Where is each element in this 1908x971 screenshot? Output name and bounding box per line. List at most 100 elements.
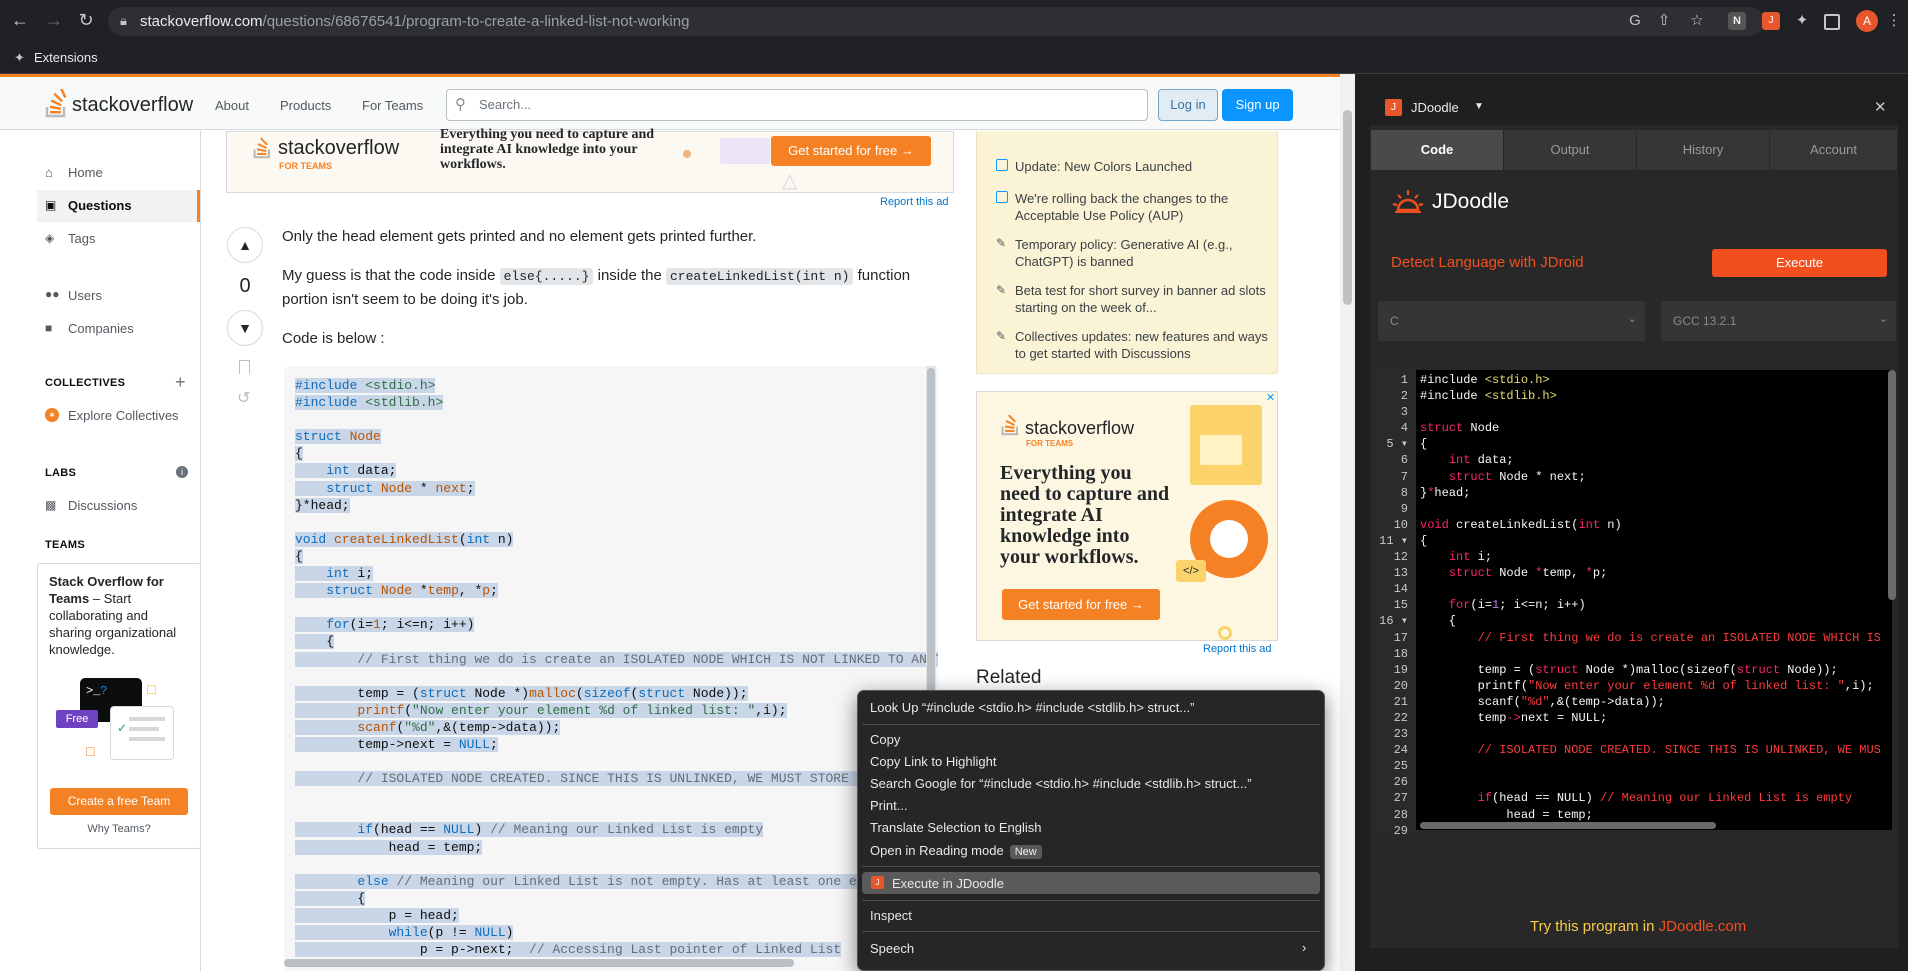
extensions-puzzle-icon[interactable]: ✦ [1793, 12, 1811, 30]
search-input[interactable] [477, 96, 1121, 113]
chevron-down-icon: ⌄ [1878, 313, 1888, 325]
blog-post-icon [996, 191, 1008, 203]
blog-item-1[interactable]: We're rolling back the changes to the Ac… [1015, 190, 1270, 224]
why-teams-link[interactable]: Why Teams? [50, 823, 188, 835]
address-bar[interactable]: 🔒︎ stackoverflow.com/questions/68676541/… [108, 7, 1764, 36]
create-free-team-button[interactable]: Create a free Team [50, 788, 188, 815]
jdoodle-com-link[interactable]: JDoodle.com [1659, 918, 1747, 935]
google-lens-icon[interactable]: G [1626, 12, 1644, 30]
users-icon: ●● [45, 287, 60, 301]
menu-item-copy-link[interactable]: Copy Link to Highlight [870, 754, 996, 769]
blog-item-0[interactable]: Update: New Colors Launched [1015, 158, 1270, 175]
blog-item-3[interactable]: Beta test for short survey in banner ad … [1015, 282, 1270, 316]
jdoodle-ext-icon: J [1385, 99, 1402, 116]
detect-language-link[interactable]: Detect Language with JDroid [1391, 254, 1584, 271]
jdoodle-ext-name[interactable]: JDoodle [1411, 100, 1459, 115]
signup-button[interactable]: Sign up [1222, 89, 1293, 121]
ad-decoration [720, 138, 770, 164]
reload-icon[interactable]: ↻ [74, 10, 98, 31]
menu-item-translate[interactable]: Translate Selection to English [870, 820, 1042, 835]
history-icon[interactable]: ↺ [237, 388, 250, 408]
editor-scrollbar-thumb[interactable] [1888, 370, 1896, 600]
tab-history[interactable]: History [1637, 130, 1770, 170]
ad-cta-button[interactable]: Get started for free → [1002, 589, 1160, 620]
menu-item-lookup[interactable]: Look Up “#include <stdio.h> #include <st… [870, 700, 1194, 715]
jdoodle-icon: J [871, 876, 884, 889]
sidebar-item-explore-collectives[interactable]: Explore Collectives [68, 408, 179, 423]
menu-item-print[interactable]: Print... [870, 798, 908, 813]
tab-output[interactable]: Output [1504, 130, 1637, 170]
home-icon: ⌂ [45, 165, 53, 180]
editor-hscrollbar-thumb[interactable] [1420, 822, 1716, 829]
sidebar-home[interactable] [37, 163, 200, 193]
extensions-bookmark[interactable]: Extensions [34, 50, 98, 65]
so-logo-text[interactable]: stackoverflow [72, 94, 193, 117]
profile-avatar[interactable]: A [1856, 10, 1878, 32]
labs-heading: LABS [45, 467, 77, 479]
upvote-button[interactable]: ▲ [227, 227, 263, 263]
code-hscrollbar-thumb[interactable] [284, 959, 794, 967]
sidebar-item-companies[interactable]: Companies [68, 321, 134, 336]
discussions-icon: ▩ [45, 498, 57, 512]
plus-icon[interactable]: + [175, 372, 186, 393]
report-ad-link[interactable]: Report this ad [880, 196, 948, 208]
kebab-menu-icon[interactable]: ⋮ [1885, 12, 1903, 30]
language-select[interactable]: C ⌄ [1378, 301, 1645, 341]
side-panel-icon[interactable] [1824, 14, 1840, 30]
sidebar-item-users[interactable]: Users [68, 288, 102, 303]
execute-button[interactable]: Execute [1712, 249, 1887, 277]
ad-decoration [1218, 626, 1232, 640]
sidebar-item-tags[interactable]: Tags [68, 231, 95, 246]
line-numbers: 1 2 3 4 5 ▾ 6 7 8 9 10 11 ▾ 12 13 14 15 … [1379, 373, 1408, 838]
menu-item-copy[interactable]: Copy [870, 732, 900, 747]
tab-code[interactable]: Code [1371, 130, 1504, 170]
document-illustration [1200, 435, 1242, 465]
jdoodle-sun-logo-icon [1392, 186, 1424, 216]
back-icon[interactable]: ← [8, 10, 32, 31]
bookmark-star-icon[interactable]: ☆ [1688, 12, 1706, 30]
sidebar-item-discussions[interactable]: Discussions [68, 498, 137, 513]
editor-code-text: #include <stdio.h> #include <stdlib.h> s… [1420, 373, 1880, 822]
ad-headline: Everything you need to capture and integ… [1000, 462, 1170, 568]
downvote-button[interactable]: ▼ [227, 310, 263, 346]
so-search-box[interactable]: ⚲ [446, 89, 1148, 121]
menu-item-speech[interactable]: Speech [870, 941, 914, 956]
menu-item-inspect[interactable]: Inspect [870, 908, 912, 923]
code-block[interactable]: #include <stdio.h> #include <stdlib.h> s… [284, 366, 938, 971]
menu-item-reading-mode[interactable]: Open in Reading mode New [870, 843, 1042, 859]
info-icon[interactable]: i [176, 466, 188, 478]
sidebar-item-questions[interactable]: Questions [68, 198, 132, 213]
nav-about[interactable]: About [215, 98, 249, 113]
blog-item-2[interactable]: Temporary policy: Generative AI (e.g., C… [1015, 236, 1270, 270]
so-logo-icon[interactable] [44, 87, 70, 119]
tag-icon: ◈ [45, 231, 55, 245]
url-domain: stackoverflow.com [140, 13, 263, 30]
blog-item-4[interactable]: Collectives updates: new features and wa… [1015, 328, 1270, 362]
nav-products[interactable]: Products [280, 98, 331, 113]
forward-icon[interactable]: → [42, 10, 66, 31]
url-path: /questions/68676541/program-to-create-a-… [262, 13, 690, 30]
line-number-gutter: 1 2 3 4 5 ▾ 6 7 8 9 10 11 ▾ 12 13 14 15 … [1372, 370, 1416, 838]
close-icon[interactable]: ✕ [1874, 98, 1887, 116]
ad-cta-button[interactable]: Get started for free → [771, 136, 931, 166]
page-scrollbar-thumb[interactable] [1343, 110, 1352, 305]
notion-extension-icon[interactable]: N [1728, 12, 1746, 30]
collectives-icon: ✶ [45, 408, 59, 422]
question-paragraph-2b: portion isn't seem to be doing it's job. [282, 291, 528, 308]
compiler-select[interactable]: GCC 13.2.1 ⌄ [1661, 301, 1896, 341]
editor-code[interactable]: #include <stdio.h> #include <stdlib.h> s… [1420, 370, 1880, 830]
bookmark-icon[interactable] [239, 360, 250, 374]
bookmarks-bar [0, 43, 1908, 74]
report-ad-link[interactable]: Report this ad [1203, 643, 1271, 655]
related-heading: Related [976, 667, 1042, 688]
sidebar-item-home[interactable]: Home [68, 165, 103, 180]
tab-account[interactable]: Account [1770, 130, 1897, 170]
menu-item-search-google[interactable]: Search Google for “#include <stdio.h> #i… [870, 776, 1252, 791]
ad-close-icon[interactable]: ✕ [1264, 392, 1277, 405]
menu-item-execute-jdoodle[interactable]: Execute in JDoodle [892, 876, 1004, 891]
login-button[interactable]: Log in [1158, 89, 1218, 121]
jdoodle-extension-icon[interactable]: J [1762, 12, 1780, 30]
nav-for-teams[interactable]: For Teams [362, 98, 423, 113]
chevron-down-icon[interactable]: ▼ [1474, 101, 1484, 112]
share-icon[interactable]: ⇧ [1655, 12, 1673, 30]
